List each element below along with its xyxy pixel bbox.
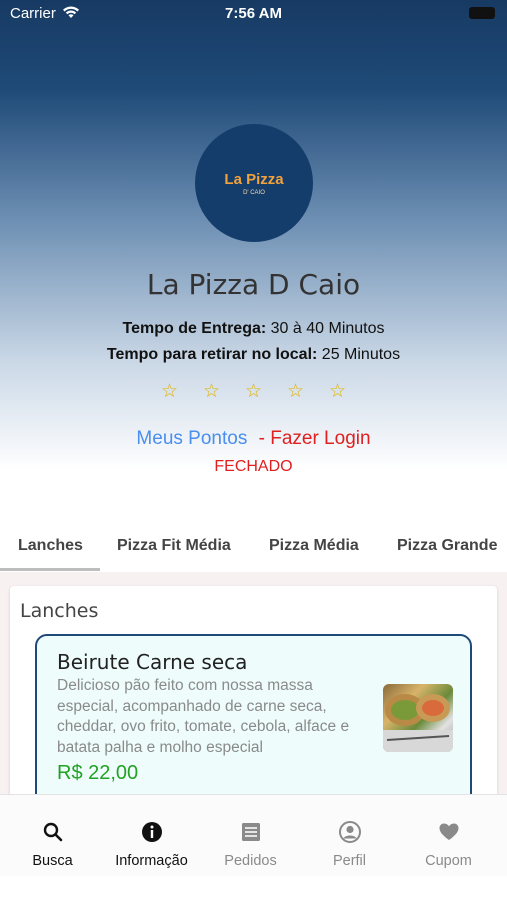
menu-content: Lanches Beirute Carne seca Delicioso pão…: [0, 572, 507, 794]
tab-pizza-grande[interactable]: Pizza Grande: [397, 520, 497, 572]
nav-pedidos[interactable]: Pedidos: [200, 795, 301, 877]
nav-label: Perfil: [332, 853, 367, 869]
star-icon: ☆: [328, 381, 347, 402]
product-image: [383, 684, 453, 752]
pickup-time: Tempo para retirar no local: 25 Minutos: [0, 346, 507, 364]
delivery-time-value: 30 à 40 Minutos: [270, 320, 385, 337]
star-icon: ☆: [202, 381, 221, 402]
info-icon: [142, 822, 162, 842]
tab-pizza-fit-media[interactable]: Pizza Fit Média: [117, 520, 231, 572]
store-header: Carrier 7:56 AM La Pizza D' CAIO La Pizz…: [0, 0, 507, 500]
search-icon: [43, 822, 63, 842]
nav-busca[interactable]: Busca: [2, 795, 103, 877]
clock: 7:56 AM: [225, 5, 282, 22]
logo-title: La Pizza: [224, 170, 284, 188]
tab-pizza-media[interactable]: Pizza Média: [269, 520, 359, 572]
product-price: R$ 22,00: [57, 762, 139, 784]
active-tab-indicator: [0, 568, 100, 571]
profile-icon: [339, 821, 361, 843]
store-status: FECHADO: [214, 458, 293, 475]
product-card[interactable]: Beirute Carne seca Delicioso pão feito c…: [35, 634, 472, 794]
rating-stars: ☆ ☆ ☆ ☆ ☆: [0, 380, 507, 403]
status-bar: Carrier 7:56 AM: [0, 0, 507, 28]
star-icon: ☆: [286, 381, 305, 402]
tab-lanches[interactable]: Lanches: [18, 520, 83, 572]
star-icon: ☆: [160, 381, 179, 402]
nav-label: Cupom: [425, 853, 472, 869]
section-card: Lanches Beirute Carne seca Delicioso pão…: [10, 586, 497, 794]
nav-informacao[interactable]: Informação: [101, 795, 202, 877]
store-name: La Pizza D Caio: [146, 268, 361, 301]
my-points-link[interactable]: Meus Pontos: [136, 428, 247, 449]
login-link[interactable]: - Fazer Login: [259, 428, 371, 449]
battery-icon: [469, 7, 495, 19]
nav-cupom[interactable]: Cupom: [398, 795, 499, 877]
product-name: Beirute Carne seca: [57, 650, 248, 674]
screen-bottom: [0, 876, 507, 900]
pickup-time-label: Tempo para retirar no local:: [106, 346, 318, 363]
nav-label: Informação: [115, 853, 188, 869]
logo-subtitle: D' CAIO: [243, 189, 265, 196]
delivery-time-label: Tempo de Entrega:: [122, 320, 267, 337]
section-title: Lanches: [20, 600, 99, 622]
delivery-time: Tempo de Entrega: 30 à 40 Minutos: [0, 320, 507, 338]
heart-icon: [439, 823, 459, 840]
star-icon: ☆: [244, 381, 263, 402]
store-logo: La Pizza D' CAIO: [195, 124, 313, 242]
nav-label: Busca: [32, 853, 73, 869]
pickup-time-value: 25 Minutos: [321, 346, 401, 363]
bottom-navigation: Busca Informação Pedidos Perfil Cupom: [0, 794, 507, 876]
nav-perfil[interactable]: Perfil: [299, 795, 400, 877]
category-tabs: Lanches Pizza Fit Média Pizza Média Pizz…: [0, 520, 507, 572]
product-description: Delicioso pão feito com nossa massa espe…: [57, 677, 350, 756]
nav-label: Pedidos: [224, 853, 277, 869]
points-login-row: Meus Pontos - Fazer Login: [0, 428, 507, 450]
list-icon: [242, 823, 260, 841]
